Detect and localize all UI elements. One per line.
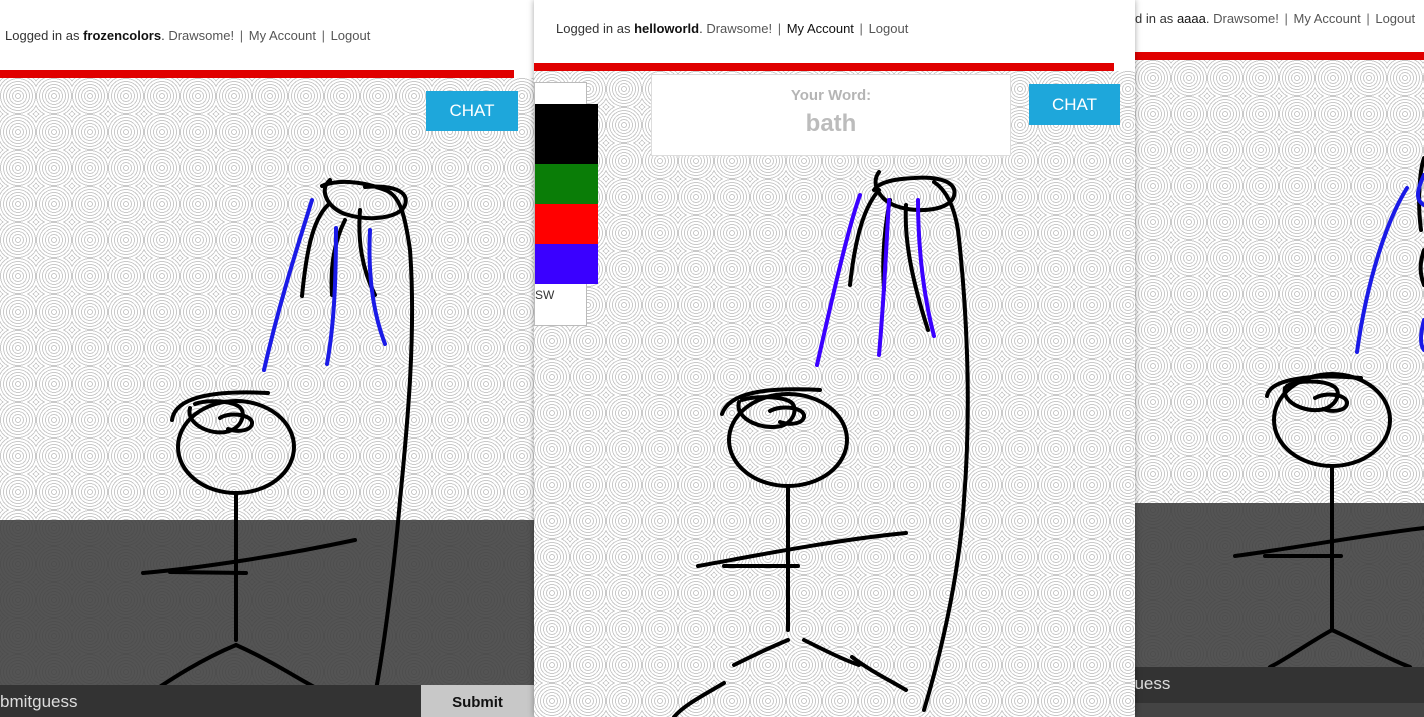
right-drawing	[1233, 156, 1424, 669]
chat-button[interactable]: CHAT	[426, 91, 518, 131]
left-browser-window: Logged in as frozencolors. Drawsome! | M…	[0, 0, 534, 717]
right-browser-window: d in as aaaa. Drawsome! | My Account | L…	[1135, 0, 1424, 717]
guess-input[interactable]	[1135, 667, 1414, 701]
guess-input[interactable]	[0, 685, 420, 717]
middle-browser-window: Logged in as helloworld. Drawsome! | My …	[534, 0, 1135, 717]
taskbar-strip	[1135, 703, 1424, 717]
submit-button[interactable]: Submit	[421, 685, 534, 717]
right-guess-bar	[1135, 667, 1424, 703]
left-guess-bar: Submit	[0, 685, 534, 717]
chat-button[interactable]: CHAT	[1029, 84, 1120, 125]
